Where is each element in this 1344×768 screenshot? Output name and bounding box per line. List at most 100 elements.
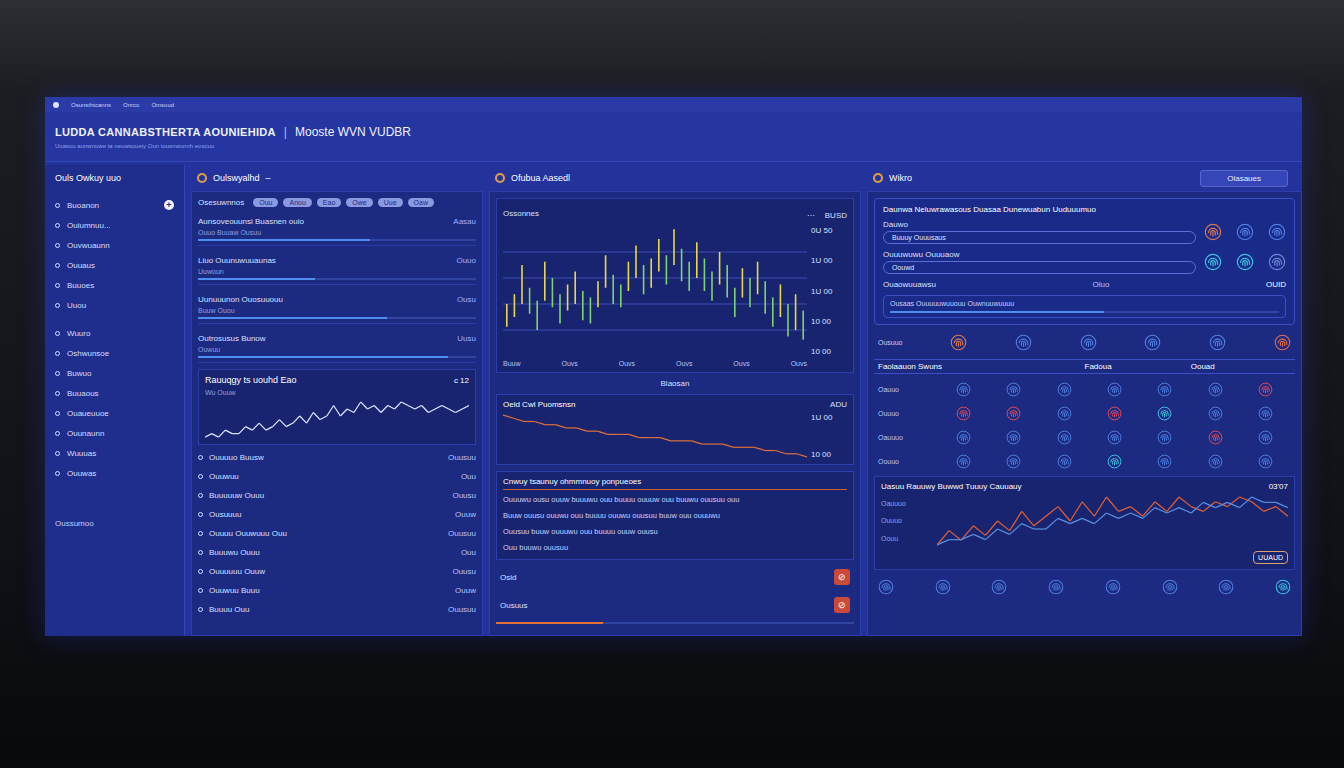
fingerprint-icon xyxy=(1258,454,1273,469)
tag[interactable]: Ouu xyxy=(253,198,278,207)
sidebar-item[interactable]: Oshwunsoe xyxy=(55,347,174,359)
sidebar-item[interactable]: Ouvwuaunn xyxy=(55,239,174,251)
bullet-icon xyxy=(55,471,60,476)
sidebar-item[interactable]: Buwuo xyxy=(55,367,174,379)
tag[interactable]: Eao xyxy=(317,198,341,207)
scan-segment xyxy=(1179,497,1191,507)
list-row[interactable]: Ouuuuo BuuswOuusuu xyxy=(198,451,476,464)
metric-row: Aunsoveouunsi Buasnen ouioAasauOuuo Buua… xyxy=(198,213,476,246)
table-row[interactable]: Oouuo xyxy=(874,452,1295,470)
sidebar-item[interactable]: Ouiumnuu... xyxy=(55,219,174,231)
volume-segment xyxy=(797,454,807,457)
list-row[interactable]: OusuuuuOuuw xyxy=(198,508,476,521)
volume-segment xyxy=(587,431,597,432)
market-column: Ofubua AasedlOssonnes⋯BUSD0U 501U 001U 0… xyxy=(489,165,861,636)
tag[interactable]: Oaw xyxy=(408,198,434,207)
sidebar-item[interactable]: Uuou xyxy=(55,299,174,311)
list-row[interactable]: Ouuuu Ouuwuuu OuuOuusuu xyxy=(198,527,476,540)
scan-segment xyxy=(1240,497,1252,502)
metric-row: Uunuuunon OuosuuouuOusuBuuw Ouou xyxy=(198,291,476,324)
scan-segment xyxy=(1143,508,1155,519)
window-dot-icon[interactable] xyxy=(53,102,59,108)
bullet-icon xyxy=(55,391,60,396)
table-row[interactable]: Oauuuo xyxy=(874,428,1295,446)
list-row[interactable]: Buuuuuw OuuuOuusu xyxy=(198,489,476,502)
volume-segment xyxy=(576,428,586,431)
list-row[interactable]: Buuuu OuuOuusuu xyxy=(198,603,476,616)
sidebar-item[interactable]: Ouunaunn xyxy=(55,427,174,439)
trend-segment xyxy=(219,430,226,437)
fingerprint-icon xyxy=(1204,223,1222,241)
coin-icon xyxy=(197,173,207,183)
sidebar-item[interactable]: Wuuro xyxy=(55,327,174,339)
alert-badge[interactable]: ⊘ xyxy=(834,597,850,613)
tag[interactable]: Owe xyxy=(346,198,372,207)
scan-segment xyxy=(937,540,949,545)
metric-bar xyxy=(198,356,476,358)
scan-segment xyxy=(1082,518,1094,523)
metric-bar xyxy=(198,239,476,241)
alert-row[interactable]: Ouuuwuwu OuuuaowOouwd xyxy=(883,250,1286,274)
scan-segment xyxy=(1167,497,1179,511)
tag[interactable]: Uue xyxy=(378,198,403,207)
trend-segment xyxy=(252,423,259,430)
sidebar-item[interactable]: Wuuuas xyxy=(55,447,174,459)
status-row: OuaowuuawsuOluoOUID xyxy=(883,280,1286,289)
trend-segment xyxy=(367,405,374,409)
price-bar xyxy=(643,265,645,294)
strip-item[interactable]: Onrco xyxy=(123,102,139,108)
price-bar xyxy=(536,301,538,330)
fingerprint-icon xyxy=(1107,406,1122,421)
table-header: Faolaauon SwunsFadouaOouad xyxy=(874,359,1295,374)
table-row[interactable]: Ouuuo xyxy=(874,404,1295,422)
table-row[interactable]: Oauuo xyxy=(874,380,1295,398)
price-bar xyxy=(605,255,607,288)
list-row[interactable]: OuuwuuOuu xyxy=(198,470,476,483)
scan-segment xyxy=(949,531,961,541)
fingerprint-icon xyxy=(1218,579,1234,595)
alert-row[interactable]: DauwoBuuuy Ouuusaus xyxy=(883,220,1286,244)
list-row[interactable]: Buuuwu OuuuOuu xyxy=(198,546,476,559)
price-bar xyxy=(673,229,675,265)
sidebar-item[interactable]: Buuoes xyxy=(55,279,174,291)
scan-segment xyxy=(1046,507,1058,517)
price-bar xyxy=(544,262,546,301)
price-bar xyxy=(711,272,713,301)
price-bar xyxy=(658,239,660,272)
add-button[interactable]: + xyxy=(164,200,174,210)
sidebar-item[interactable]: Buoanon+ xyxy=(55,199,174,211)
sidebar-footer[interactable]: Oussumoo xyxy=(55,519,174,528)
fingerprint-icon xyxy=(935,579,951,595)
header-button[interactable]: Olasaues xyxy=(1200,170,1288,187)
price-bar xyxy=(749,278,751,307)
sidebar-item[interactable]: Ouuaus xyxy=(55,259,174,271)
list-row[interactable]: Ouuuuuu OuuwOuusu xyxy=(198,565,476,578)
bullet-icon xyxy=(55,203,60,208)
chart-control[interactable]: BUSD xyxy=(825,211,847,220)
fingerprint-icon xyxy=(1162,579,1178,595)
volume-segment xyxy=(639,437,649,438)
sidebar-group: Wuuro Oshwunsoe Buwuo Buuaous Ouaueuuoe Ouuna… xyxy=(55,327,174,479)
strip-item[interactable]: Osunsthtcanns xyxy=(71,102,111,108)
alert-badge[interactable]: ⊘ xyxy=(834,569,850,585)
price-bar xyxy=(780,285,782,318)
sidebar-item[interactable]: Buuaous xyxy=(55,387,174,399)
list-row[interactable]: Ouuwuu BuuuOuuw xyxy=(198,584,476,597)
chart-control[interactable]: ⋯ xyxy=(807,211,815,220)
tag-row: OsesuwnnosOuuAnouEaoOweUueOaw xyxy=(198,198,476,207)
tag[interactable]: Anou xyxy=(283,198,311,207)
volume-segment xyxy=(597,431,607,434)
strip-item[interactable]: Omsoud xyxy=(151,102,174,108)
fingerprint-icon xyxy=(1157,382,1172,397)
price-bar xyxy=(688,262,690,291)
fingerprint-icon xyxy=(1015,334,1032,351)
scan-segment xyxy=(1106,497,1118,511)
price-bar xyxy=(802,311,804,340)
sidebar-item[interactable]: Ouaueuuoe xyxy=(55,407,174,419)
trend-segment xyxy=(347,409,354,413)
scan-segment xyxy=(998,529,1010,534)
action-row: Ousuus⊘ xyxy=(496,594,854,616)
bullet-icon xyxy=(55,371,60,376)
sidebar-item[interactable]: Ouuwas xyxy=(55,467,174,479)
trend-segment xyxy=(225,430,232,434)
